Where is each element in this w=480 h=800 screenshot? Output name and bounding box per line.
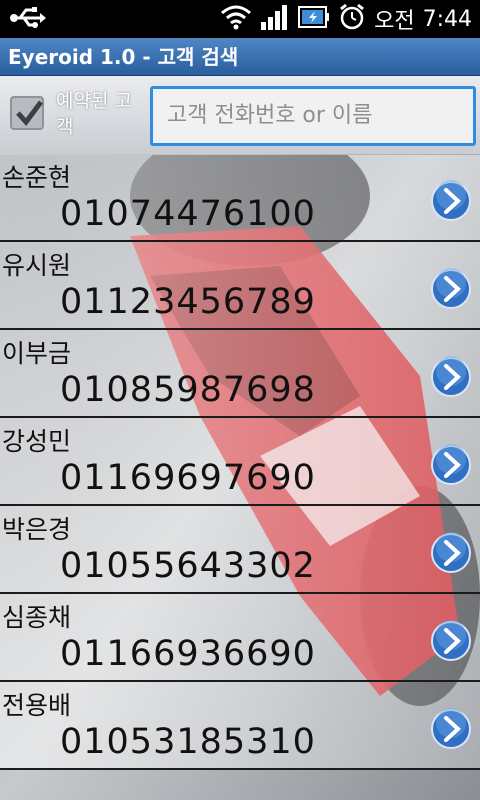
customer-name: 강성민 [2,427,72,456]
customer-row[interactable]: 이부금 01085987698 [0,330,480,418]
customer-phone: 01074476100 [60,194,316,234]
customer-phone: 01169697690 [60,458,316,498]
status-bar: 오전 7:44 [0,0,480,38]
customer-row[interactable]: 전용배 01053185310 [0,682,480,770]
customer-row[interactable]: 심종채 01166936690 [0,594,480,682]
customer-phone: 01085987698 [60,370,316,410]
customer-name: 심종채 [2,603,72,632]
customer-name: 전용배 [2,691,72,720]
chevron-right-icon[interactable] [430,708,472,750]
chevron-right-icon[interactable] [430,532,472,574]
customer-row[interactable]: 유시원 01123456789 [0,242,480,330]
customer-phone: 01055643302 [60,546,316,586]
customer-name: 이부금 [2,339,72,368]
checkmark-icon [16,100,43,126]
customer-name: 박은경 [2,515,72,544]
customer-list: 손준현 01074476100 유시원 01123456789 이부금 0108… [0,154,480,770]
customer-row[interactable]: 박은경 01055643302 [0,506,480,594]
app-title: Eyeroid 1.0 - 고객 검색 [0,38,480,76]
customer-name: 손준현 [2,163,72,192]
customer-phone: 01123456789 [60,282,316,322]
customer-row[interactable]: 강성민 01169697690 [0,418,480,506]
chevron-right-icon[interactable] [430,620,472,662]
customer-phone: 01166936690 [60,634,316,674]
customer-name: 유시원 [2,251,72,280]
battery-icon [298,5,330,33]
usb-icon [10,5,46,35]
status-time: 7:44 [422,6,472,32]
customer-row[interactable]: 손준현 01074476100 [0,154,480,242]
chevron-right-icon[interactable] [430,356,472,398]
reserved-checkbox[interactable] [10,96,44,130]
chevron-right-icon[interactable] [430,444,472,486]
search-input[interactable]: 고객 전화번호 or 이름 [150,86,476,146]
chevron-right-icon[interactable] [430,180,472,222]
reserved-checkbox-label: 예약된 고객 [56,90,132,138]
customer-phone: 01053185310 [60,722,316,762]
signal-icon [260,4,290,34]
wifi-icon [220,4,252,34]
alarm-icon [338,3,366,35]
chevron-right-icon[interactable] [430,268,472,310]
status-ampm: 오전 [374,9,415,34]
